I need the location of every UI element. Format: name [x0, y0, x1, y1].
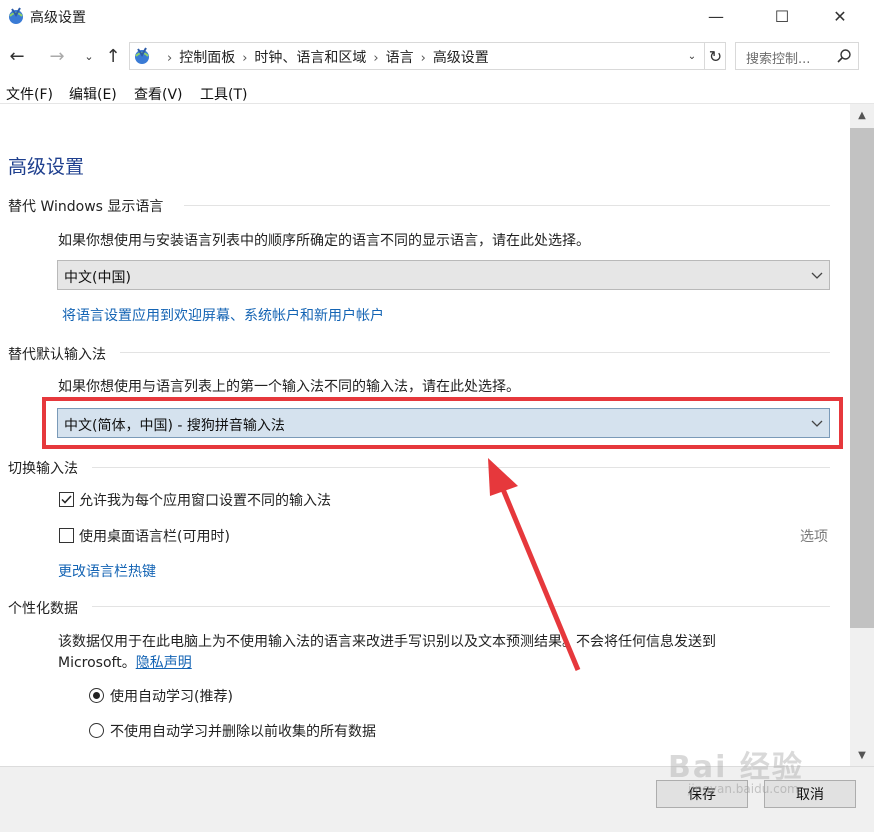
- breadcrumb-item[interactable]: 时钟、语言和区域: [254, 50, 366, 66]
- section-divider: [92, 467, 830, 468]
- breadcrumb-separator: ›: [167, 51, 173, 66]
- window-title: 高级设置: [30, 10, 86, 26]
- scroll-thumb[interactable]: [850, 128, 874, 628]
- maximize-button[interactable]: ☐: [759, 0, 805, 32]
- forward-button[interactable]: →: [46, 44, 68, 68]
- per-app-input-label: 允许我为每个应用窗口设置不同的输入法: [79, 493, 331, 509]
- title-bar: 高级设置 — ☐ ✕: [0, 0, 874, 34]
- breadcrumb-item[interactable]: 控制面板: [179, 50, 235, 66]
- microsoft-text: Microsoft。: [58, 655, 136, 671]
- desktop-language-bar-checkbox[interactable]: [59, 528, 74, 543]
- section-switch-input-heading: 切换输入法: [8, 461, 78, 477]
- menu-view[interactable]: 查看(V): [134, 84, 183, 104]
- breadcrumb-separator[interactable]: ›: [373, 51, 378, 66]
- navigation-bar: ← → ⌄ ↑ › 控制面板 › 时钟、语言和区域 › 语言 › 高级设置 ⌄ ↻ 搜索控制.…: [0, 36, 874, 76]
- search-placeholder: 搜索控制...: [746, 52, 811, 67]
- baidu-watermark-url: jingyan.baidu.com: [688, 782, 799, 796]
- breadcrumb-separator[interactable]: ›: [242, 51, 247, 66]
- display-language-description: 如果你想使用与安装语言列表中的顺序所确定的语言不同的显示语言，请在此处选择。: [58, 233, 590, 249]
- apply-language-settings-link[interactable]: 将语言设置应用到欢迎屏幕、系统帐户和新用户帐户: [62, 305, 384, 325]
- settings-content: 高级设置 替代 Windows 显示语言 如果你想使用与安装语言列表中的顺序所确…: [0, 104, 850, 766]
- section-personal-data-heading: 个性化数据: [8, 601, 78, 617]
- menu-file[interactable]: 文件(F): [6, 84, 53, 104]
- scroll-up-arrow-icon[interactable]: ▲: [850, 106, 874, 124]
- control-panel-icon: [135, 47, 149, 64]
- section-input-method-heading: 替代默认输入法: [8, 347, 106, 363]
- control-panel-icon: [9, 7, 23, 24]
- scroll-down-arrow-icon[interactable]: ▼: [850, 746, 874, 764]
- personal-data-description: 该数据仅用于在此电脑上为不使用输入法的语言来改进手写识别以及文本预测结果。不会将…: [58, 634, 716, 650]
- section-divider: [184, 205, 830, 206]
- per-app-input-checkbox[interactable]: [59, 492, 74, 507]
- search-box[interactable]: 搜索控制...: [735, 42, 859, 70]
- section-divider: [120, 352, 830, 353]
- personal-data-description-end: Microsoft。隐私声明: [58, 652, 192, 672]
- section-display-language-heading: 替代 Windows 显示语言: [8, 199, 164, 215]
- up-button[interactable]: ↑: [102, 44, 124, 68]
- search-icon[interactable]: [836, 48, 852, 64]
- chevron-down-icon: [811, 272, 823, 279]
- section-divider: [92, 606, 830, 607]
- close-button[interactable]: ✕: [817, 0, 863, 32]
- input-method-description: 如果你想使用与语言列表上的第一个输入法不同的输入法，请在此处选择。: [58, 379, 520, 395]
- radio-selected-dot: [93, 692, 100, 699]
- no-auto-learning-radio[interactable]: [89, 723, 104, 738]
- page-title: 高级设置: [8, 156, 85, 178]
- annotation-arrow: [488, 458, 581, 671]
- highlight-box: [42, 397, 843, 449]
- options-link[interactable]: 选项: [800, 526, 828, 546]
- no-auto-learning-label: 不使用自动学习并删除以前收集的所有数据: [110, 724, 376, 740]
- checkmark-icon: [61, 495, 72, 504]
- menu-edit[interactable]: 编辑(E): [69, 84, 117, 104]
- menu-bar: 文件(F) 编辑(E) 查看(V) 工具(T): [0, 80, 874, 104]
- display-language-dropdown[interactable]: 中文(中国): [57, 260, 830, 290]
- vertical-scrollbar[interactable]: ▲ ▼: [850, 104, 874, 766]
- baidu-watermark: Bai 经验: [668, 750, 804, 785]
- desktop-language-bar-label: 使用桌面语言栏(可用时): [79, 529, 230, 545]
- address-bar[interactable]: › 控制面板 › 时钟、语言和区域 › 语言 › 高级设置 ⌄ ↻: [129, 42, 726, 70]
- refresh-button[interactable]: ↻: [704, 43, 726, 69]
- breadcrumb-item[interactable]: 高级设置: [433, 50, 489, 66]
- privacy-statement-link[interactable]: 隐私声明: [136, 655, 192, 671]
- breadcrumb-separator[interactable]: ›: [421, 51, 426, 66]
- display-language-value: 中文(中国): [64, 270, 131, 286]
- change-hotkey-link[interactable]: 更改语言栏热键: [58, 561, 156, 581]
- minimize-button[interactable]: —: [693, 0, 739, 32]
- address-dropdown-button[interactable]: ⌄: [682, 46, 702, 66]
- recent-locations-button[interactable]: ⌄: [78, 44, 100, 68]
- breadcrumb: › 控制面板 › 时钟、语言和区域 › 语言 › 高级设置: [160, 47, 489, 67]
- breadcrumb-item[interactable]: 语言: [386, 50, 414, 66]
- menu-tools[interactable]: 工具(T): [200, 84, 247, 104]
- auto-learning-label: 使用自动学习(推荐): [110, 689, 233, 705]
- auto-learning-radio[interactable]: [89, 688, 104, 703]
- back-button[interactable]: ←: [6, 44, 28, 68]
